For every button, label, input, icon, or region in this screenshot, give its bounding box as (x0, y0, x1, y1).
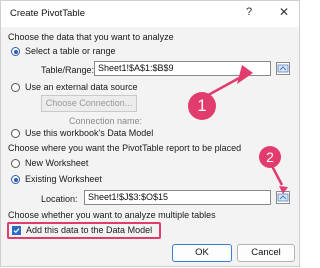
annotation-arrowhead-1 (237, 65, 253, 84)
annotation-arrow-2 (270, 165, 284, 186)
annotation-arrowhead-2 (279, 186, 288, 194)
create-pivottable-dialog: Create PivotTable ? ✕ Choose the data th… (0, 0, 300, 267)
annotation-badge-2: 2 (259, 146, 281, 168)
annotation-overlay (200, 65, 288, 194)
annotation-badge-1: 1 (188, 92, 216, 120)
